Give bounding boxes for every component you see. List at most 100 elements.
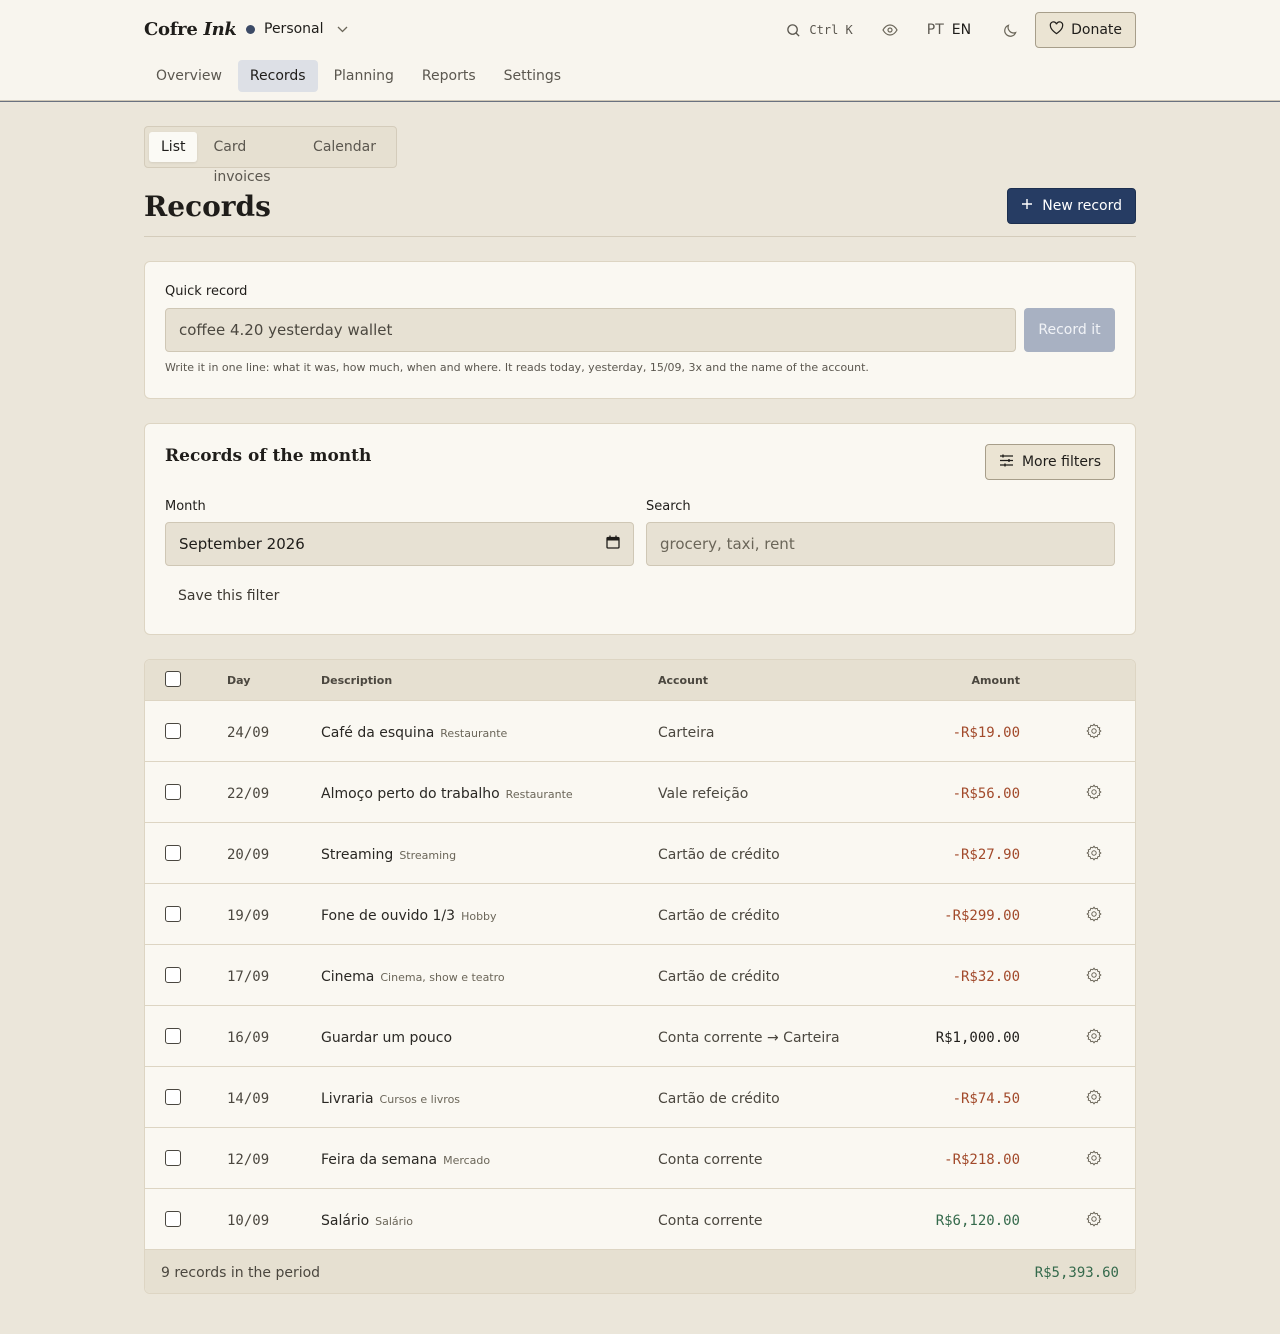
nav-planning[interactable]: Planning	[322, 60, 406, 92]
table-row[interactable]: 24/09 Café da esquina Restaurante Carteir…	[145, 700, 1135, 761]
table-row[interactable]: 14/09 Livraria Cursos e livros Cartão de …	[145, 1066, 1135, 1127]
moon-icon[interactable]	[1001, 21, 1019, 39]
row-category: Streaming	[399, 849, 457, 862]
nav-reports[interactable]: Reports	[410, 60, 488, 92]
calendar-icon[interactable]	[606, 535, 620, 553]
row-checkbox[interactable]	[165, 723, 181, 739]
workspace-switcher[interactable]: Personal	[246, 21, 348, 37]
donate-label: Donate	[1071, 22, 1122, 38]
row-account: Conta corrente	[658, 1213, 763, 1229]
gear-icon[interactable]	[1086, 967, 1102, 983]
brand-logo[interactable]: Cofre Ink	[144, 19, 237, 40]
row-category: Restaurante	[440, 727, 508, 740]
gear-icon[interactable]	[1086, 845, 1102, 861]
month-field[interactable]: September 2026	[165, 522, 634, 566]
row-day: 24/09	[227, 725, 270, 741]
row-category: Hobby	[461, 910, 497, 923]
select-all-checkbox[interactable]	[165, 671, 181, 687]
row-checkbox[interactable]	[165, 906, 181, 922]
row-description-text: Cinema	[321, 969, 375, 985]
command-search-button[interactable]: Ctrl K	[784, 21, 853, 39]
search-input[interactable]: grocery, taxi, rent	[646, 522, 1115, 566]
tab-calendar[interactable]: Calendar	[301, 132, 388, 162]
row-description-text: Café da esquina	[321, 725, 435, 741]
language-switcher: PT EN	[927, 22, 971, 38]
filters-title: Records of the month	[165, 446, 372, 466]
tab-card-invoices[interactable]: Card invoices	[201, 132, 297, 185]
row-account: Carteira	[658, 725, 715, 741]
row-day: 20/09	[227, 847, 270, 863]
record-it-button[interactable]: Record it	[1024, 308, 1115, 352]
filters-card: Records of the month More filters Month …	[144, 423, 1136, 635]
row-checkbox[interactable]	[165, 1089, 181, 1105]
row-description-text: Salário	[321, 1213, 370, 1229]
row-checkbox[interactable]	[165, 967, 181, 983]
more-filters-label: More filters	[1021, 454, 1101, 470]
row-description-text: Livraria	[321, 1091, 374, 1107]
row-checkbox[interactable]	[165, 784, 181, 800]
table-row[interactable]: 20/09 Streaming Streaming Cartão de crédi…	[145, 822, 1135, 883]
title-divider	[144, 236, 1136, 237]
row-description: Salário Salário	[321, 1213, 413, 1229]
lang-en-button[interactable]: EN	[952, 22, 971, 38]
header-amount: Amount	[971, 674, 1020, 687]
month-value: September 2026	[179, 535, 305, 553]
plus-icon	[1021, 198, 1033, 214]
tab-list[interactable]: List	[149, 132, 198, 162]
header-day: Day	[227, 674, 251, 687]
row-checkbox[interactable]	[165, 1150, 181, 1166]
table-row[interactable]: 17/09 Cinema Cinema, show e teatro Cartão…	[145, 944, 1135, 1005]
row-day: 19/09	[227, 908, 270, 924]
chevron-down-icon	[337, 23, 348, 36]
quick-record-label: Quick record	[165, 284, 248, 299]
gear-icon[interactable]	[1086, 1089, 1102, 1105]
row-description-text: Fone de ouvido 1/3	[321, 908, 456, 924]
table-row[interactable]: 19/09 Fone de ouvido 1/3 Hobby Cartão de …	[145, 883, 1135, 944]
donate-button[interactable]: Donate	[1035, 12, 1136, 48]
row-description: Fone de ouvido 1/3 Hobby	[321, 908, 497, 924]
gear-icon[interactable]	[1086, 1028, 1102, 1044]
row-day: 17/09	[227, 969, 270, 985]
row-amount: R$6,120.00	[935, 1213, 1020, 1229]
eye-icon[interactable]	[881, 21, 899, 39]
save-filter-button[interactable]: Save this filter	[178, 588, 279, 604]
nav-records[interactable]: Records	[237, 60, 318, 92]
row-account: Cartão de crédito	[658, 847, 780, 863]
main-nav: Overview Records Planning Reports Settin…	[144, 60, 577, 92]
row-description-text: Almoço perto do trabalho	[321, 786, 500, 802]
table-row[interactable]: 12/09 Feira da semana Mercado Conta corre…	[145, 1127, 1135, 1188]
row-checkbox[interactable]	[165, 845, 181, 861]
row-description: Livraria Cursos e livros	[321, 1091, 460, 1107]
gear-icon[interactable]	[1086, 906, 1102, 922]
nav-settings[interactable]: Settings	[492, 60, 573, 92]
table-row[interactable]: 22/09 Almoço perto do trabalho Restaurant…	[145, 761, 1135, 822]
nav-overview[interactable]: Overview	[144, 60, 234, 92]
row-category: Restaurante	[505, 788, 573, 801]
table-row[interactable]: 16/09 Guardar um pouco Conta corrente → …	[145, 1005, 1135, 1066]
sliders-icon	[999, 454, 1014, 471]
row-category: Salário	[375, 1215, 413, 1228]
row-category: Mercado	[443, 1154, 491, 1167]
row-description: Cinema Cinema, show e teatro	[321, 969, 505, 985]
header-account: Account	[658, 674, 709, 687]
new-record-button[interactable]: New record	[1007, 188, 1136, 224]
table-row[interactable]: 10/09 Salário Salário Conta corrente R$6,…	[145, 1188, 1135, 1249]
page-title: Records	[144, 190, 271, 223]
row-amount: -R$299.00	[944, 908, 1020, 924]
header-description: Description	[321, 674, 393, 687]
gear-icon[interactable]	[1086, 784, 1102, 800]
row-amount: -R$74.50	[952, 1091, 1020, 1107]
row-amount: -R$56.00	[952, 786, 1020, 802]
more-filters-button[interactable]: More filters	[984, 444, 1115, 480]
gear-icon[interactable]	[1086, 723, 1102, 739]
row-checkbox[interactable]	[165, 1211, 181, 1227]
quick-record-input[interactable]: coffee 4.20 yesterday wallet	[165, 308, 1016, 352]
row-amount: -R$218.00	[944, 1152, 1020, 1168]
gear-icon[interactable]	[1086, 1150, 1102, 1166]
row-amount: R$1,000.00	[935, 1030, 1020, 1046]
records-count: 9 records in the period	[161, 1265, 321, 1281]
row-account: Cartão de crédito	[658, 908, 780, 924]
gear-icon[interactable]	[1086, 1211, 1102, 1227]
lang-pt-button[interactable]: PT	[927, 22, 944, 38]
row-checkbox[interactable]	[165, 1028, 181, 1044]
